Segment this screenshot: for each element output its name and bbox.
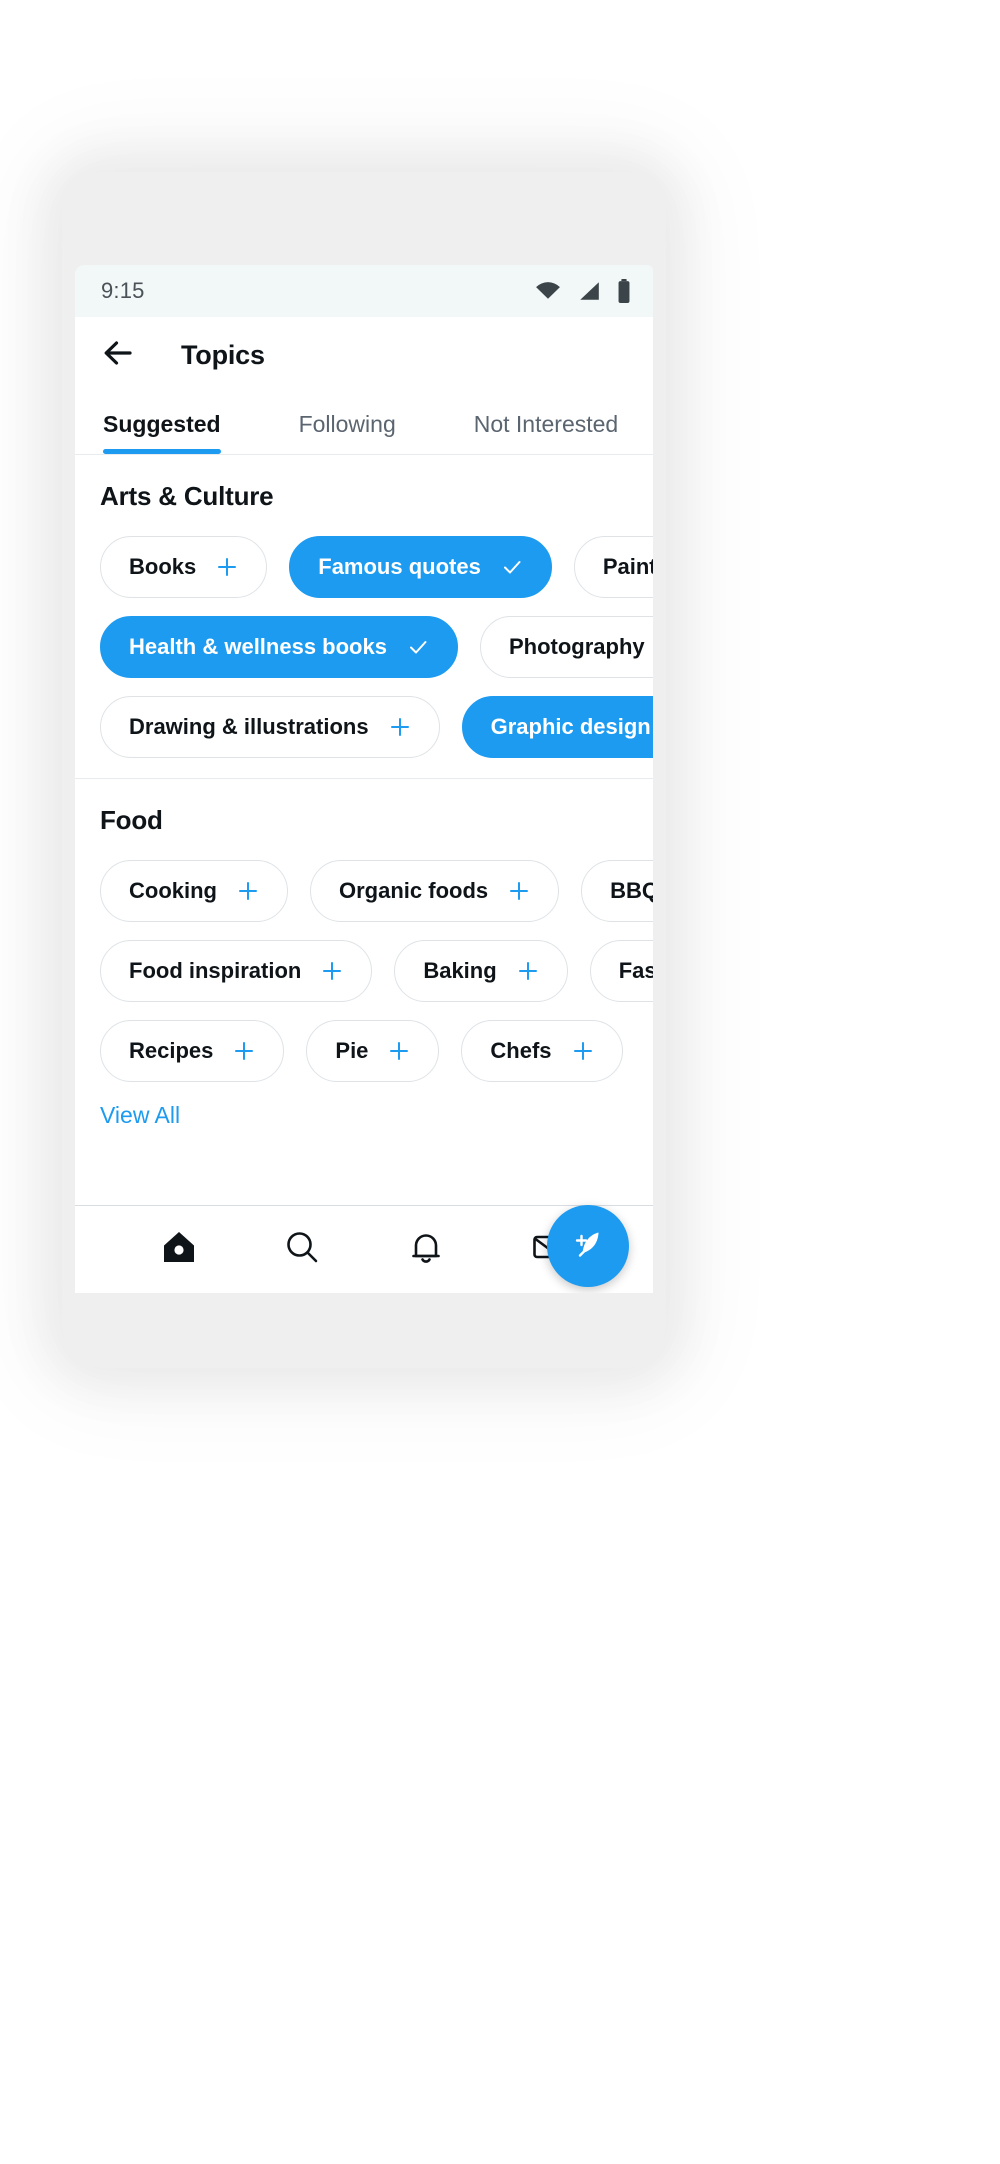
nav-item-home[interactable] [144,1215,214,1285]
chip-row: Recipes Pie Chefs [75,1020,653,1082]
chip-row: Cooking Organic foods BBQ [75,860,653,922]
topic-chip-recipes[interactable]: Recipes [100,1020,285,1082]
status-bar-clock: 9:15 [101,278,145,303]
phone-screen: 9:15 Topics Suggested Following Not Inte… [75,265,653,1293]
topic-chip-organic-foods[interactable]: Organic foods [310,860,560,922]
chip-label: Health & wellness books [129,634,387,659]
plus-icon [216,556,238,578]
app-header: Topics [75,317,653,393]
chip-label: Drawing & illustrations [129,714,369,739]
bell-icon [407,1228,445,1271]
plus-icon [237,880,259,902]
chip-label: Painting [602,554,653,579]
topic-chip-drawing-illustrations[interactable]: Drawing & illustrations [100,696,440,758]
chip-row: Books Famous quotes Paint [75,536,653,598]
section-title: Arts & Culture [100,481,274,511]
plus-icon [389,716,411,738]
topic-chip-food-inspiration[interactable]: Food inspiration [100,940,373,1002]
status-bar: 9:15 [75,265,653,317]
tab-label: Suggested [103,411,221,437]
topic-chip-famous-quotes[interactable]: Famous quotes [289,536,552,598]
nav-item-search[interactable] [267,1215,337,1285]
back-button[interactable] [97,332,143,378]
topics-scroll-area[interactable]: Arts & Culture Books Famous quotes Paint… [75,455,653,1293]
tab-not-interested[interactable]: Not Interested [474,411,618,454]
section-title: Food [100,805,163,835]
plus-icon [321,960,343,982]
wifi-icon [535,281,561,301]
chip-grid: Books Famous quotes Paint Health & welln… [75,536,653,758]
topic-section-arts-culture: Arts & Culture Books Famous quotes Paint… [75,455,653,778]
tab-label: Not Interested [473,411,619,437]
chip-row: Health & wellness books Photography [75,616,653,678]
topic-chip-pie[interactable]: Pie [306,1020,440,1082]
plus-icon [233,1040,255,1062]
topic-chip-graphic-design[interactable]: Graphic design [461,696,653,758]
nav-item-notifications[interactable] [391,1215,461,1285]
chip-label: Fast food [618,958,653,983]
topic-chip-fast-food[interactable]: Fast food [589,940,653,1002]
chip-row: Food inspiration Baking Fas [75,940,653,1002]
arrow-left-icon [103,339,137,372]
check-icon [407,636,429,658]
check-icon [501,556,523,578]
status-bar-icons [535,279,631,303]
chip-label: Recipes [129,1038,214,1063]
cellular-signal-icon [577,281,601,301]
chip-label: BBQ [610,878,653,903]
compose-fab-button[interactable] [547,1205,629,1287]
topic-chip-cooking[interactable]: Cooking [100,860,288,922]
tab-bar: Suggested Following Not Interested [75,393,653,455]
topic-chip-health-wellness-books[interactable]: Health & wellness books [100,616,458,678]
plus-icon [572,1040,594,1062]
chip-grid: Cooking Organic foods BBQ Food inspirati… [75,860,653,1082]
plus-icon [517,960,539,982]
chip-label: Photography [508,634,645,659]
chip-label: Graphic design [490,714,651,739]
topic-chip-baking[interactable]: Baking [394,940,568,1002]
tab-suggested[interactable]: Suggested [103,411,221,454]
topic-chip-chefs[interactable]: Chefs [461,1020,623,1082]
page-title: Topics [181,339,265,370]
chip-label: Organic foods [339,878,489,903]
view-all-link[interactable]: View All [75,1082,180,1129]
search-icon [283,1228,321,1271]
chip-label: Pie [335,1038,369,1063]
chip-row: Drawing & illustrations Graphic design [75,696,653,758]
tab-label: Following [298,411,396,437]
chip-label: Cooking [129,878,217,903]
topic-chip-bbq[interactable]: BBQ [581,860,653,922]
screenshot-canvas: 9:15 Topics Suggested Following Not Inte… [0,0,1000,2164]
topic-section-food: Food Cooking Organic foods BBQ Food insp… [75,778,653,1149]
battery-icon [617,279,631,303]
plus-icon [508,880,530,902]
chip-label: Chefs [490,1038,552,1063]
topic-chip-books[interactable]: Books [100,536,268,598]
chip-label: Food inspiration [129,958,302,983]
chip-label: Famous quotes [318,554,481,579]
home-icon [160,1228,198,1271]
chip-label: Baking [423,958,497,983]
tab-following[interactable]: Following [299,411,396,454]
chip-label: Books [129,554,197,579]
compose-feather-icon [568,1224,608,1269]
topic-chip-painting[interactable]: Painting [573,536,653,598]
plus-icon [388,1040,410,1062]
topic-chip-photography[interactable]: Photography [479,616,653,678]
